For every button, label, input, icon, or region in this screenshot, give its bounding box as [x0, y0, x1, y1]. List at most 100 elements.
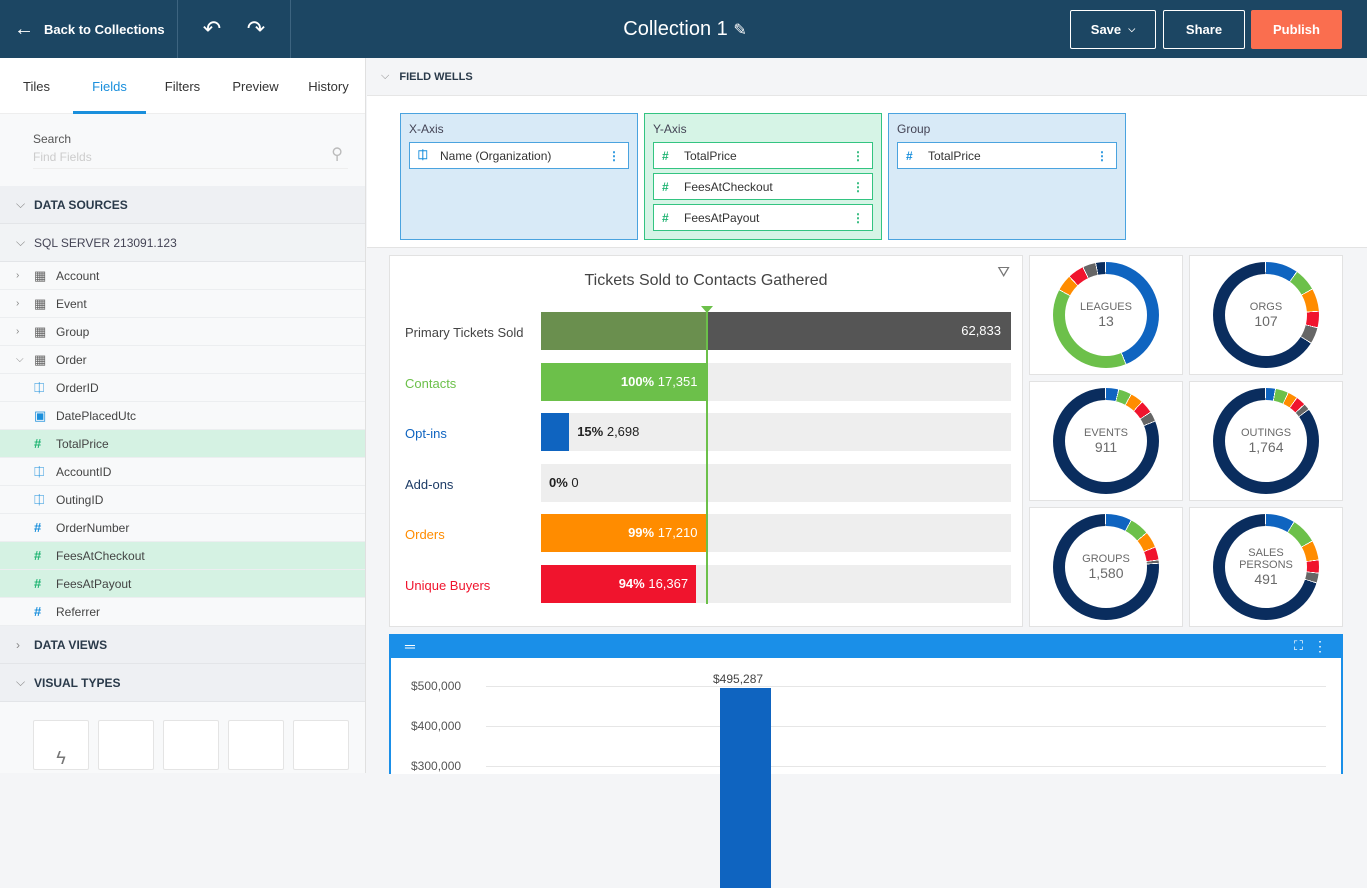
save-label: Save — [1090, 22, 1122, 37]
visual-type-tile[interactable] — [163, 720, 219, 770]
chevron-right-icon: › — [16, 326, 20, 337]
field-pill[interactable]: # TotalPrice ⋮ — [897, 142, 1117, 169]
donut-card[interactable]: GROUPS 1,580 — [1029, 507, 1183, 627]
search-field[interactable]: Search Find Fields ⚲ — [0, 114, 365, 186]
share-button[interactable]: Share — [1163, 10, 1245, 49]
card-toolbar[interactable]: ═ ⛶ ⋮ — [391, 636, 1341, 658]
more-vertical-icon[interactable]: ⋮ — [852, 211, 864, 225]
chevron-down-icon: ⌵ — [16, 235, 26, 249]
table-item[interactable]: › ▦ Account — [0, 262, 365, 290]
search-label: Search — [33, 132, 72, 146]
pencil-icon[interactable]: ✎ — [733, 22, 746, 39]
group-well[interactable]: Group # TotalPrice ⋮ — [888, 113, 1126, 240]
table-item[interactable]: › ▦ Group — [0, 318, 365, 346]
funnel-count: 17,210 — [657, 525, 698, 540]
expand-icon[interactable]: ⛶ — [1294, 638, 1303, 654]
tab-history[interactable]: History — [292, 58, 365, 113]
funnel-row-label: Orders — [405, 527, 445, 542]
lightning-icon: ϟ — [56, 748, 66, 768]
tab-tiles[interactable]: Tiles — [0, 58, 73, 113]
field-item[interactable]: ⎅ OutingID — [0, 486, 365, 514]
field-label: FeesAtCheckout — [56, 548, 145, 563]
funnel-percent: 100% — [620, 374, 655, 389]
funnel-value: 100% 17,351 — [621, 374, 698, 389]
funnel-value: 15% 2,698 — [577, 424, 639, 439]
tab-preview[interactable]: Preview — [219, 58, 292, 113]
more-vertical-icon[interactable]: ⋮ — [852, 149, 864, 163]
field-pill[interactable]: # FeesAtCheckout ⋮ — [653, 173, 873, 200]
visual-type-tile[interactable] — [228, 720, 284, 770]
redo-icon[interactable]: ↷ — [247, 16, 265, 42]
save-button[interactable]: Save ⌵ — [1070, 10, 1156, 49]
field-item[interactable]: # OrderNumber — [0, 514, 365, 542]
back-label: Back to Collections — [44, 21, 165, 37]
tab-fields[interactable]: Fields — [73, 58, 146, 114]
data-sources-section[interactable]: ⌵ DATA SOURCES — [0, 186, 365, 224]
field-item[interactable]: ▣ DatePlacedUtc — [0, 402, 365, 430]
x-axis-well[interactable]: X-Axis ⎅ Name (Organization) ⋮ — [400, 113, 638, 240]
field-item[interactable]: # FeesAtCheckout — [0, 542, 365, 570]
field-item[interactable]: # Referrer — [0, 598, 365, 626]
field-item[interactable]: # FeesAtPayout — [0, 570, 365, 598]
donut-chart: SALES PERSONS 491 — [1213, 514, 1319, 620]
field-label: OrderID — [56, 380, 99, 395]
section-label: DATA SOURCES — [34, 197, 128, 212]
drag-handle-icon[interactable]: ═ — [405, 638, 415, 654]
donut-card[interactable]: EVENTS 911 — [1029, 381, 1183, 501]
donut-chart: GROUPS 1,580 — [1053, 514, 1159, 620]
donut-card[interactable]: ORGS 107 — [1189, 255, 1343, 375]
chevron-down-icon: ⌵ — [1128, 24, 1136, 34]
collection-title[interactable]: Collection 1 ✎ — [560, 18, 810, 41]
back-to-collections-button[interactable]: ← Back to Collections — [0, 0, 178, 58]
filter-icon[interactable]: ⛛ — [997, 264, 1010, 281]
number-field-icon: # — [34, 604, 42, 619]
field-wells-header[interactable]: ⌵ FIELD WELLS — [367, 58, 1367, 96]
tab-filters[interactable]: Filters — [146, 58, 219, 113]
table-icon: ▦ — [34, 323, 47, 339]
number-field-icon: # — [662, 210, 669, 225]
section-label: DATA VIEWS — [34, 637, 108, 652]
field-item[interactable]: ⎅ OrderID — [0, 374, 365, 402]
visual-type-tile[interactable] — [98, 720, 154, 770]
y-axis-well[interactable]: Y-Axis # TotalPrice ⋮ # FeesAtCheckout ⋮ # FeesA… — [644, 113, 882, 240]
donut-card[interactable]: SALES PERSONS 491 — [1189, 507, 1343, 627]
visual-type-tile[interactable] — [293, 720, 349, 770]
pill-label: FeesAtPayout — [684, 210, 760, 225]
pill-label: TotalPrice — [928, 148, 981, 163]
field-item[interactable]: ⎅ AccountID — [0, 458, 365, 486]
field-pill[interactable]: ⎅ Name (Organization) ⋮ — [409, 142, 629, 169]
data-views-section[interactable]: › DATA VIEWS — [0, 626, 365, 664]
visual-type-kpi[interactable]: ϟ — [33, 720, 89, 770]
more-vertical-icon[interactable]: ⋮ — [852, 180, 864, 194]
field-label: AccountID — [56, 464, 112, 479]
funnel-count: 62,833 — [961, 323, 1001, 338]
publish-button[interactable]: Publish — [1251, 10, 1342, 49]
field-item[interactable]: # TotalPrice — [0, 430, 365, 458]
funnel-value: 99% 17,210 — [628, 525, 697, 540]
more-vertical-icon[interactable]: ⋮ — [1096, 149, 1108, 163]
funnel-count: 17,351 — [657, 374, 698, 389]
more-vertical-icon[interactable]: ⋮ — [608, 149, 620, 163]
donut-card[interactable]: OUTINGS 1,764 — [1189, 381, 1343, 501]
field-label: DatePlacedUtc — [56, 408, 137, 423]
field-pill[interactable]: # FeesAtPayout ⋮ — [653, 204, 873, 231]
pill-label: Name (Organization) — [440, 148, 552, 163]
number-field-icon: # — [34, 576, 42, 591]
donut-value: 1,764 — [1248, 439, 1284, 455]
search-input[interactable]: Find Fields — [33, 150, 348, 169]
visual-types-section[interactable]: ⌵ VISUAL TYPES — [0, 664, 365, 702]
funnel-row-label: Add-ons — [405, 477, 454, 492]
bar[interactable] — [720, 687, 771, 888]
funnel-row-label: Primary Tickets Sold — [405, 325, 524, 340]
table-item[interactable]: ⌵ ▦ Order — [0, 346, 365, 374]
donut-card[interactable]: LEAGUES 13 — [1029, 255, 1183, 375]
field-label: FeesAtPayout — [56, 576, 132, 591]
table-item[interactable]: › ▦ Event — [0, 290, 365, 318]
funnel-track: 99% 17,210 — [541, 514, 1011, 552]
search-icon[interactable]: ⚲ — [331, 144, 343, 164]
bar-chart-card: ═ ⛶ ⋮ $500,000 $400,000 $300,000 $495,287 — [389, 634, 1343, 888]
field-pill[interactable]: # TotalPrice ⋮ — [653, 142, 873, 169]
more-vertical-icon[interactable]: ⋮ — [1313, 638, 1327, 655]
undo-icon[interactable]: ↶ — [203, 16, 221, 42]
sql-server-source[interactable]: ⌵ SQL SERVER 213091.123 — [0, 224, 365, 262]
